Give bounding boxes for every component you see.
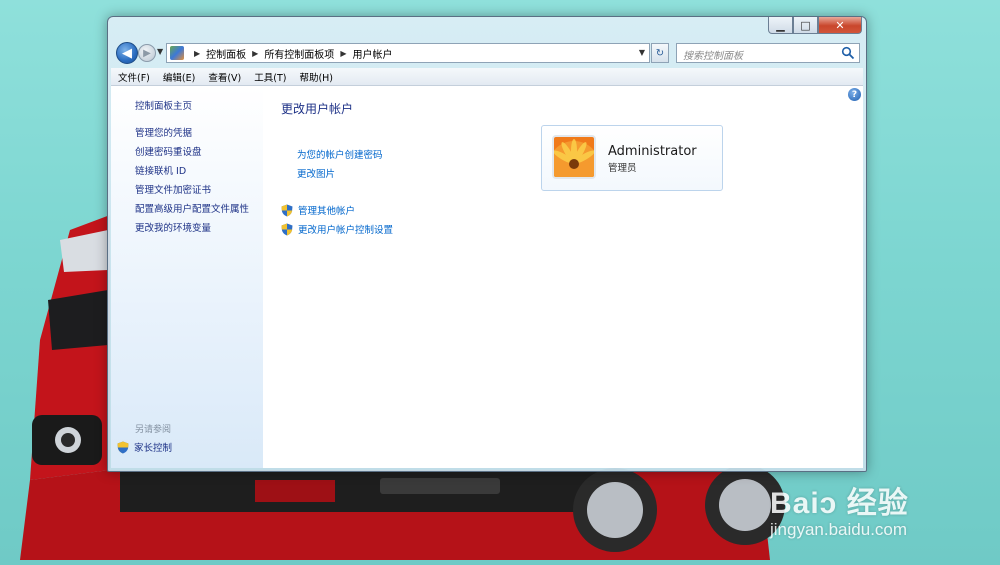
search-input[interactable]: 搜索控制面板 xyxy=(676,43,860,63)
baidu-watermark: Baiↄ 经验 jingyan.baidu.com xyxy=(770,470,990,550)
sidebar-item-link-online-id[interactable]: 链接联机 ID xyxy=(135,163,186,177)
sidebar-item-environment-variables[interactable]: 更改我的环境变量 xyxy=(135,220,211,234)
watermark-brand: Baiↄ 经验 xyxy=(770,487,909,520)
left-task-pane: 控制面板主页 管理您的凭据 创建密码重设盘 链接联机 ID 管理文件加密证书 配… xyxy=(111,86,263,468)
breadcrumb-all-items[interactable]: 所有控制面板项 xyxy=(264,46,334,61)
account-card[interactable]: Administrator 管理员 xyxy=(541,125,723,191)
menu-view[interactable]: 查看(V) xyxy=(201,70,247,84)
breadcrumb-user-accounts[interactable]: 用户帐户 xyxy=(352,46,392,61)
create-password-link[interactable]: 为您的帐户创建密码 xyxy=(297,147,383,161)
content-area: 控制面板主页 管理您的凭据 创建密码重设盘 链接联机 ID 管理文件加密证书 配… xyxy=(111,86,863,468)
help-icon[interactable]: ? xyxy=(848,88,861,101)
sidebar-item-control-panel-home[interactable]: 控制面板主页 xyxy=(135,98,192,112)
avatar xyxy=(552,135,596,179)
caption-buttons: ▁ □ ✕ xyxy=(768,17,862,35)
menu-edit[interactable]: 编辑(E) xyxy=(156,70,201,84)
uac-shield-icon xyxy=(281,204,293,216)
navigation-bar: ◀ ▶ ▼ ▶ 控制面板 ▶ 所有控制面板项 ▶ 用户帐户 ▼ ↻ 搜索控制面板 xyxy=(108,39,866,67)
uac-shield-icon xyxy=(117,441,129,453)
crumb-separator-icon[interactable]: ▶ xyxy=(194,49,200,58)
sidebar-item-advanced-profile[interactable]: 配置高级用户配置文件属性 xyxy=(135,201,249,215)
control-panel-icon xyxy=(170,46,184,60)
menu-bar: 文件(F) 编辑(E) 查看(V) 工具(T) 帮助(H) xyxy=(111,68,863,86)
forward-arrow-icon[interactable]: ▶ xyxy=(138,44,156,62)
menu-file[interactable]: 文件(F) xyxy=(111,70,156,84)
manage-other-accounts-link[interactable]: 管理其他帐户 xyxy=(281,203,355,217)
menu-tools[interactable]: 工具(T) xyxy=(247,70,292,84)
menu-help[interactable]: 帮助(H) xyxy=(292,70,339,84)
uac-shield-icon xyxy=(281,223,293,235)
recent-pages-dropdown[interactable]: ▼ xyxy=(157,47,163,56)
manage-other-accounts-label: 管理其他帐户 xyxy=(298,206,356,217)
minimize-button[interactable]: ▁ xyxy=(768,17,793,34)
flower-picture-icon xyxy=(554,137,594,177)
account-role: 管理员 xyxy=(608,163,637,174)
account-name: Administrator xyxy=(608,144,697,159)
sidebar-item-manage-credentials[interactable]: 管理您的凭据 xyxy=(135,125,192,139)
watermark-url: jingyan.baidu.com xyxy=(770,520,908,539)
user-accounts-window: ▁ □ ✕ ◀ ▶ ▼ ▶ 控制面板 ▶ 所有控制面板项 ▶ 用户帐户 ▼ ↻ … xyxy=(107,16,867,472)
address-dropdown-icon[interactable]: ▼ xyxy=(639,48,645,57)
uac-settings-label: 更改用户帐户控制设置 xyxy=(298,225,394,236)
sidebar-item-password-reset-disk[interactable]: 创建密码重设盘 xyxy=(135,144,202,158)
maximize-button[interactable]: □ xyxy=(793,17,818,34)
back-arrow-icon[interactable]: ◀ xyxy=(116,42,138,64)
see-also-label: 另请参阅 xyxy=(135,425,172,435)
sidebar-item-parental-controls[interactable]: 家长控制 xyxy=(117,440,172,454)
change-picture-link[interactable]: 更改图片 xyxy=(297,166,335,180)
uac-settings-link[interactable]: 更改用户帐户控制设置 xyxy=(281,222,393,236)
search-icon[interactable] xyxy=(841,46,855,60)
sidebar-item-file-encryption-certs[interactable]: 管理文件加密证书 xyxy=(135,182,211,196)
crumb-separator-icon[interactable]: ▶ xyxy=(340,49,346,58)
close-button[interactable]: ✕ xyxy=(818,17,862,34)
page-title: 更改用户帐户 xyxy=(281,102,354,116)
refresh-icon[interactable]: ↻ xyxy=(651,43,669,63)
breadcrumb-control-panel[interactable]: 控制面板 xyxy=(206,46,246,61)
search-placeholder: 搜索控制面板 xyxy=(683,51,743,62)
address-bar[interactable]: ▶ 控制面板 ▶ 所有控制面板项 ▶ 用户帐户 ▼ xyxy=(166,43,650,63)
crumb-separator-icon[interactable]: ▶ xyxy=(252,49,258,58)
parental-controls-label: 家长控制 xyxy=(134,443,173,454)
